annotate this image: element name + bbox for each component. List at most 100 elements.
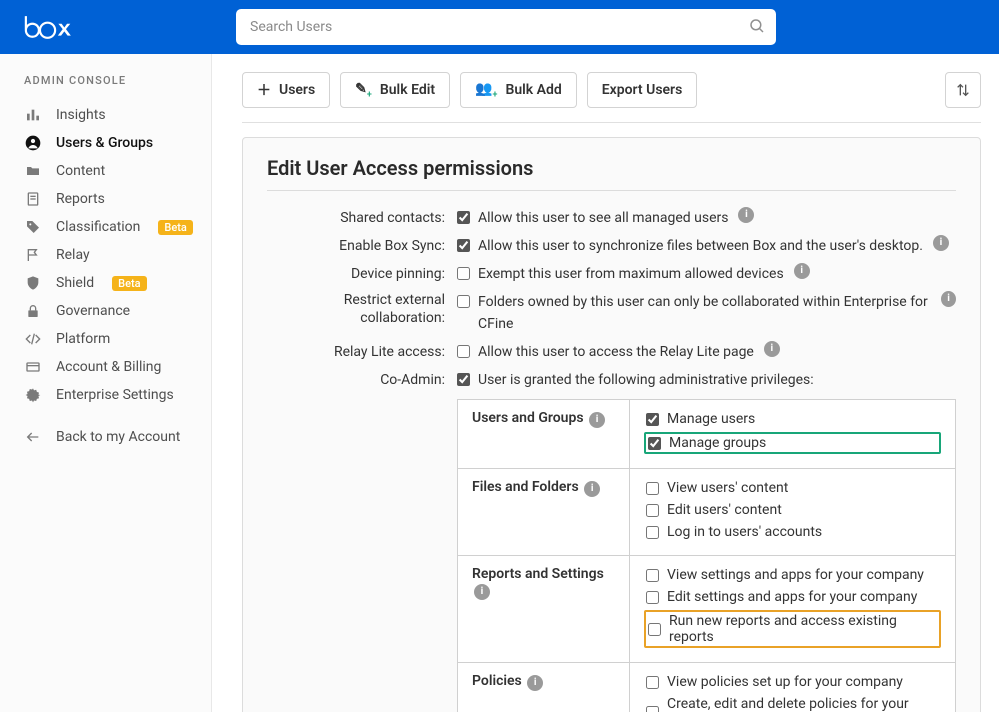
sidebar-label: Content [56,163,105,179]
row-label: Enable Box Sync: [267,235,445,257]
priv-group-title: Files and Folders i [458,469,630,556]
sidebar-item-billing[interactable]: Account & Billing [0,353,211,381]
login-users-accounts-checkbox[interactable] [646,526,659,539]
sidebar-item-back[interactable]: Back to my Account [0,423,211,451]
priv-items-cell: View users' content Edit users' content … [630,469,956,556]
box-logo [18,14,76,40]
sidebar-label: Relay [56,247,90,263]
info-icon[interactable]: i [584,481,600,497]
bar-chart-icon [24,107,42,123]
relay-lite-checkbox[interactable] [457,345,470,358]
panel-title: Edit User Access permissions [267,156,956,180]
sidebar-item-platform[interactable]: Platform [0,325,211,353]
sidebar-label: Account & Billing [56,359,161,375]
folder-icon [24,163,42,179]
row-text: Exempt this user from maximum allowed de… [478,263,784,285]
row-text: Allow this user to see all managed users [478,207,728,229]
users-button[interactable]: ＋ Users [242,72,330,108]
info-icon[interactable]: i [527,675,543,691]
row-text: Allow this user to synchronize files bet… [478,235,923,257]
info-icon[interactable]: i [589,412,605,428]
priv-items-cell: View policies set up for your company Cr… [630,663,956,712]
co-admin-checkbox[interactable] [457,373,470,386]
row-device-pinning: Device pinning: Exempt this user from ma… [267,263,956,285]
priv-item: Log in to users' accounts [644,523,941,541]
row-label: Restrict external collaboration: [267,291,445,327]
info-icon[interactable]: i [794,263,810,279]
view-settings-checkbox[interactable] [646,569,659,582]
view-users-content-checkbox[interactable] [646,482,659,495]
priv-label: Edit users' content [667,502,782,518]
priv-item: View users' content [644,479,941,497]
row-label: Shared contacts: [267,207,445,229]
permissions-panel: Edit User Access permissions Shared cont… [242,137,981,712]
gear-icon [24,387,42,403]
priv-items-cell: View settings and apps for your company … [630,556,956,663]
bulk-add-button[interactable]: 👥+ Bulk Add [460,72,577,108]
beta-badge: Beta [112,276,146,291]
priv-item: Edit users' content [644,501,941,519]
beta-badge: Beta [158,220,192,235]
flag-icon [24,247,42,263]
priv-label: View settings and apps for your company [667,567,924,583]
sidebar-label: Governance [56,303,130,319]
sidebar-item-users-groups[interactable]: Users & Groups [0,129,211,157]
button-label: Bulk Edit [380,82,435,98]
box-sync-checkbox[interactable] [457,239,470,252]
sidebar-item-governance[interactable]: Governance [0,297,211,325]
manage-users-checkbox[interactable] [646,413,659,426]
export-users-button[interactable]: Export Users [587,72,698,108]
search-input[interactable] [236,9,776,45]
row-text: Folders owned by this user can only be c… [478,291,931,335]
sidebar-item-shield[interactable]: Shield Beta [0,269,211,297]
priv-group-title: Reports and Settings i [458,556,630,663]
sidebar-item-insights[interactable]: Insights [0,101,211,129]
plus-icon: ＋ [257,80,271,100]
users-plus-icon: 👥+ [475,81,497,100]
sidebar-label: Classification [56,219,140,235]
sidebar-item-relay[interactable]: Relay [0,241,211,269]
run-reports-checkbox[interactable] [648,623,661,636]
sidebar-label: Users & Groups [56,135,153,151]
panel-divider [267,190,956,191]
sidebar-label: Enterprise Settings [56,387,174,403]
sidebar: ADMIN CONSOLE Insights Users & Groups Co… [0,54,212,712]
user-circle-icon [24,135,42,151]
sidebar-item-reports[interactable]: Reports [0,185,211,213]
restrict-collab-checkbox[interactable] [457,295,470,308]
sidebar-item-content[interactable]: Content [0,157,211,185]
row-label: Co-Admin: [267,369,445,391]
priv-label: Edit settings and apps for your company [667,589,917,605]
row-text: Allow this user to access the Relay Lite… [478,341,754,363]
priv-item: Manage users [644,410,941,428]
row-label: Device pinning: [267,263,445,285]
toolbar: ＋ Users ✎+ Bulk Edit 👥+ Bulk Add Export … [212,72,999,122]
shared-contacts-checkbox[interactable] [457,211,470,224]
priv-label: View policies set up for your company [667,674,903,690]
info-icon[interactable]: i [738,207,754,223]
sidebar-item-settings[interactable]: Enterprise Settings [0,381,211,409]
manage-groups-checkbox[interactable] [648,437,661,450]
row-restrict-collab: Restrict external collaboration: Folders… [267,291,956,335]
bulk-edit-button[interactable]: ✎+ Bulk Edit [340,72,450,108]
row-label: Relay Lite access: [267,341,445,363]
priv-label: Manage groups [669,435,766,451]
search-icon[interactable] [748,17,766,39]
info-icon[interactable]: i [941,291,956,307]
edit-settings-checkbox[interactable] [646,591,659,604]
ghost-dropdown [692,74,786,108]
info-icon[interactable]: i [764,341,780,357]
shield-icon [24,275,42,291]
create-policies-checkbox[interactable] [646,706,659,712]
sidebar-item-classification[interactable]: Classification Beta [0,213,211,241]
sidebar-label: Platform [56,331,110,347]
priv-label: Run new reports and access existing repo… [669,613,937,645]
device-pinning-checkbox[interactable] [457,267,470,280]
priv-label: Create, edit and delete policies for you… [667,696,939,712]
info-icon[interactable]: i [933,235,949,251]
info-icon[interactable]: i [474,584,490,600]
priv-row-policies: Policies i View policies set up for your… [458,663,956,712]
view-policies-checkbox[interactable] [646,676,659,689]
edit-users-content-checkbox[interactable] [646,504,659,517]
sort-button[interactable] [945,72,981,108]
